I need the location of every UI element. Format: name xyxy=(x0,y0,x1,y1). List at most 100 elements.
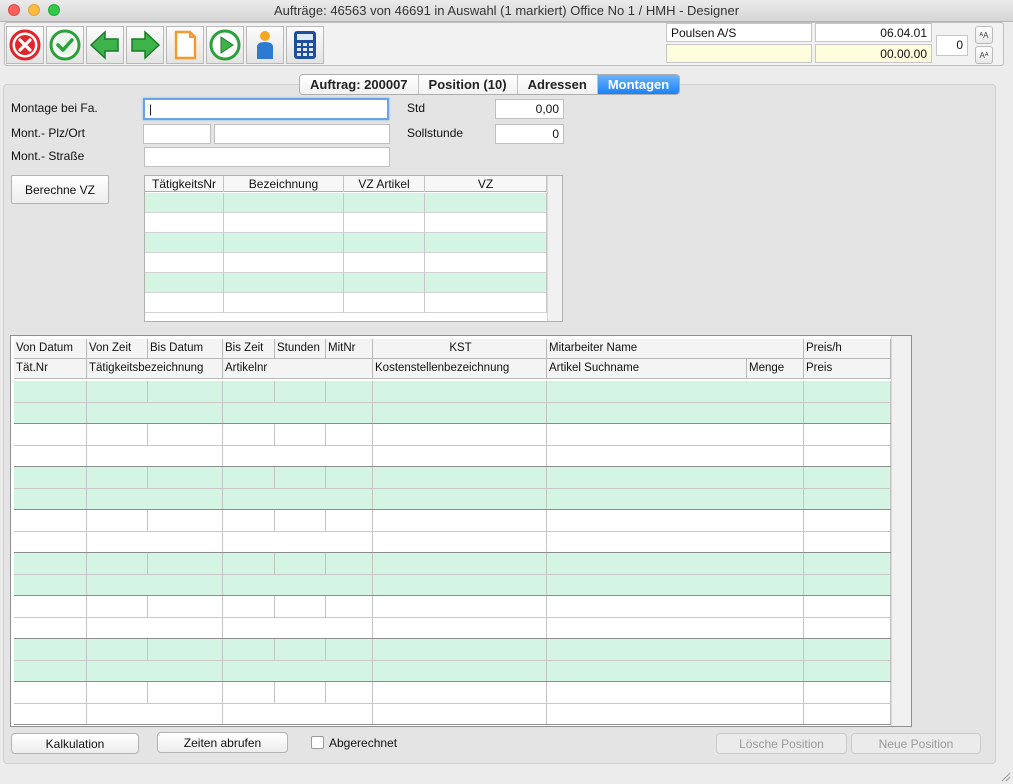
table-cell[interactable] xyxy=(804,531,891,552)
table-cell[interactable] xyxy=(148,467,223,488)
table-row[interactable] xyxy=(14,574,891,596)
table-cell[interactable] xyxy=(223,703,373,724)
counter-field[interactable]: 0 xyxy=(936,35,968,56)
table-cell[interactable] xyxy=(804,467,891,488)
table-cell[interactable] xyxy=(87,617,223,638)
table-row[interactable] xyxy=(14,510,891,532)
vz-table-row[interactable] xyxy=(145,273,547,293)
font-size-down-button[interactable]: Aᴬ xyxy=(975,46,993,64)
table-cell[interactable] xyxy=(373,682,547,703)
table-cell[interactable] xyxy=(547,596,804,617)
table-cell[interactable] xyxy=(223,682,275,703)
table-cell[interactable] xyxy=(87,402,223,423)
table-cell[interactable] xyxy=(223,488,373,509)
vz-table-cell[interactable] xyxy=(224,193,344,213)
col-preis-h[interactable]: Preis/h xyxy=(804,339,891,359)
table-cell[interactable] xyxy=(14,639,87,660)
table-row[interactable] xyxy=(14,445,891,467)
table-cell[interactable] xyxy=(14,445,87,466)
table-cell[interactable] xyxy=(148,510,223,531)
table-cell[interactable] xyxy=(223,553,275,574)
table-cell[interactable] xyxy=(87,445,223,466)
table-cell[interactable] xyxy=(14,467,87,488)
table-row[interactable] xyxy=(14,381,891,403)
table-cell[interactable] xyxy=(804,617,891,638)
vz-table-cell[interactable] xyxy=(344,253,425,273)
strasse-input[interactable] xyxy=(144,147,390,167)
table-cell[interactable] xyxy=(87,531,223,552)
berechne-vz-button[interactable]: Berechne VZ xyxy=(11,175,109,204)
vz-table-cell[interactable] xyxy=(145,233,224,253)
vz-table-cell[interactable] xyxy=(344,233,425,253)
table-cell[interactable] xyxy=(87,682,148,703)
table-cell[interactable] xyxy=(373,703,547,724)
vz-table-cell[interactable] xyxy=(224,213,344,233)
table-cell[interactable] xyxy=(547,445,804,466)
table-cell[interactable] xyxy=(326,596,373,617)
table-cell[interactable] xyxy=(14,553,87,574)
plz-input[interactable] xyxy=(143,124,211,144)
table-cell[interactable] xyxy=(804,402,891,423)
table-row[interactable] xyxy=(14,639,891,661)
table-cell[interactable] xyxy=(87,381,148,402)
table-cell[interactable] xyxy=(223,424,275,445)
table-cell[interactable] xyxy=(373,531,547,552)
vz-table-row[interactable] xyxy=(145,213,547,233)
tab-position[interactable]: Position (10) xyxy=(418,75,518,94)
table-cell[interactable] xyxy=(804,596,891,617)
table-row[interactable] xyxy=(14,488,891,510)
next-record-button[interactable] xyxy=(126,26,164,64)
table-cell[interactable] xyxy=(373,596,547,617)
table-cell[interactable] xyxy=(87,703,223,724)
vz-table-scrollbar[interactable] xyxy=(547,176,562,321)
col-bis-zeit[interactable]: Bis Zeit xyxy=(223,339,275,359)
table-row[interactable] xyxy=(14,531,891,553)
col-taetigkeitsbezeichnung[interactable]: Tätigkeitsbezeichnung xyxy=(87,359,223,379)
col-menge[interactable]: Menge xyxy=(747,359,804,379)
table-row[interactable] xyxy=(14,682,891,704)
ort-input[interactable] xyxy=(214,124,390,144)
table-cell[interactable] xyxy=(87,510,148,531)
col-preis[interactable]: Preis xyxy=(804,359,891,379)
table-cell[interactable] xyxy=(547,467,804,488)
table-cell[interactable] xyxy=(547,639,804,660)
table-cell[interactable] xyxy=(547,660,804,681)
table-cell[interactable] xyxy=(804,660,891,681)
col-bis-datum[interactable]: Bis Datum xyxy=(148,339,223,359)
col-artikelnr[interactable]: Artikelnr xyxy=(223,359,373,379)
table-row[interactable] xyxy=(14,660,891,682)
table-cell[interactable] xyxy=(373,660,547,681)
col-taet-nr[interactable]: Tät.Nr xyxy=(14,359,87,379)
col-von-zeit[interactable]: Von Zeit xyxy=(87,339,148,359)
table-cell[interactable] xyxy=(326,510,373,531)
vz-table-cell[interactable] xyxy=(425,293,547,313)
play-button[interactable] xyxy=(206,26,244,64)
table-cell[interactable] xyxy=(223,574,373,595)
col-artikel-suchname[interactable]: Artikel Suchname xyxy=(547,359,747,379)
vz-table-cell[interactable] xyxy=(344,213,425,233)
confirm-button[interactable] xyxy=(46,26,84,64)
col-stunden[interactable]: Stunden xyxy=(275,339,326,359)
table-row[interactable] xyxy=(14,467,891,489)
table-cell[interactable] xyxy=(547,488,804,509)
vz-table-cell[interactable] xyxy=(145,213,224,233)
vz-table-cell[interactable] xyxy=(145,193,224,213)
table-cell[interactable] xyxy=(87,424,148,445)
font-size-up-button[interactable]: ᴬA xyxy=(975,26,993,44)
table-cell[interactable] xyxy=(373,445,547,466)
person-button[interactable] xyxy=(246,26,284,64)
vz-table-cell[interactable] xyxy=(224,253,344,273)
table-cell[interactable] xyxy=(804,553,891,574)
montage-bei-input[interactable]: | xyxy=(143,98,389,120)
table-cell[interactable] xyxy=(14,531,87,552)
table-cell[interactable] xyxy=(804,488,891,509)
vz-table-cell[interactable] xyxy=(425,273,547,293)
table-cell[interactable] xyxy=(326,424,373,445)
col-von-datum[interactable]: Von Datum xyxy=(14,339,87,359)
table-cell[interactable] xyxy=(14,510,87,531)
table-cell[interactable] xyxy=(373,402,547,423)
table-cell[interactable] xyxy=(14,682,87,703)
vz-table-cell[interactable] xyxy=(145,293,224,313)
table-row[interactable] xyxy=(14,424,891,446)
table-cell[interactable] xyxy=(326,467,373,488)
